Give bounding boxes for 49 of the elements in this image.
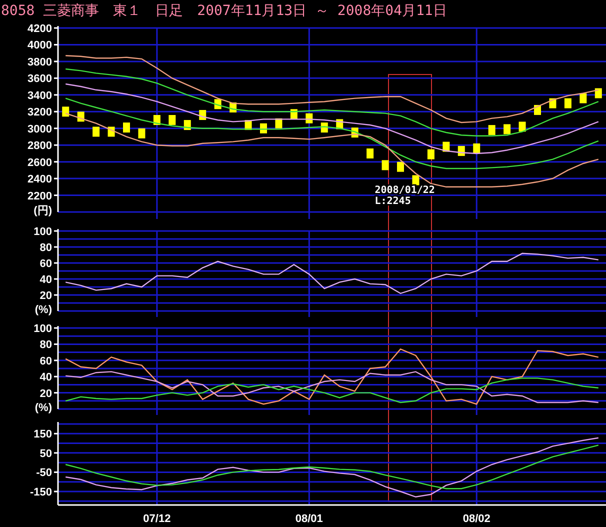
chart-title: 8058 三菱商事 東１ 日足 2007年11月13日 ～ 2008年04月11日 <box>0 2 448 21</box>
axis-label: 20 <box>40 388 52 400</box>
candle <box>260 123 267 134</box>
axis-label: 3200 <box>28 106 52 119</box>
axis-label: 2400 <box>28 174 52 186</box>
candle <box>382 160 389 170</box>
axis-label: 60 <box>40 258 52 270</box>
candle <box>366 148 374 158</box>
axis-title: (%) <box>34 304 52 316</box>
candle <box>518 122 526 132</box>
candle <box>412 175 420 186</box>
axis-label: 2600 <box>28 156 52 169</box>
axis-title: (%) <box>34 402 52 414</box>
axis-label: 3400 <box>28 90 52 102</box>
candle <box>168 115 176 125</box>
axis-label: 60 <box>40 355 52 368</box>
candle <box>594 88 602 98</box>
axis-label: -150 <box>30 486 52 498</box>
axis-label: 40 <box>40 372 52 384</box>
axis-label: 2800 <box>28 140 52 152</box>
axis-label: 08/01 <box>295 513 323 525</box>
axis-label: 3600 <box>28 73 52 86</box>
candle <box>275 118 282 128</box>
axis-label: 4000 <box>28 40 52 52</box>
candle <box>504 124 511 134</box>
candle <box>473 143 480 154</box>
axis-label: 07/12 <box>143 513 171 525</box>
axis-label: 100 <box>34 226 52 238</box>
candle <box>488 125 496 136</box>
axis-label: 80 <box>40 242 52 254</box>
axis-label: 100 <box>34 323 52 335</box>
candle <box>564 98 572 108</box>
candle <box>427 149 434 160</box>
candle <box>123 122 130 133</box>
axis-label: -50 <box>36 467 52 480</box>
axis-label: 50 <box>40 448 52 460</box>
axis-label: 20 <box>40 290 52 302</box>
axis-label: 80 <box>40 339 52 352</box>
candle <box>92 126 100 137</box>
axis-label: 4200 <box>28 23 52 35</box>
axis-label: 40 <box>40 274 52 286</box>
axis-label: 150 <box>34 428 52 441</box>
axis-label: 3000 <box>28 123 52 136</box>
axis-label: 2200 <box>28 190 52 202</box>
candle <box>62 106 70 117</box>
axis-label: 3800 <box>28 56 52 68</box>
candle <box>138 128 146 138</box>
axis-label: 08/02 <box>462 513 490 525</box>
axis-title: (円) <box>34 205 52 217</box>
